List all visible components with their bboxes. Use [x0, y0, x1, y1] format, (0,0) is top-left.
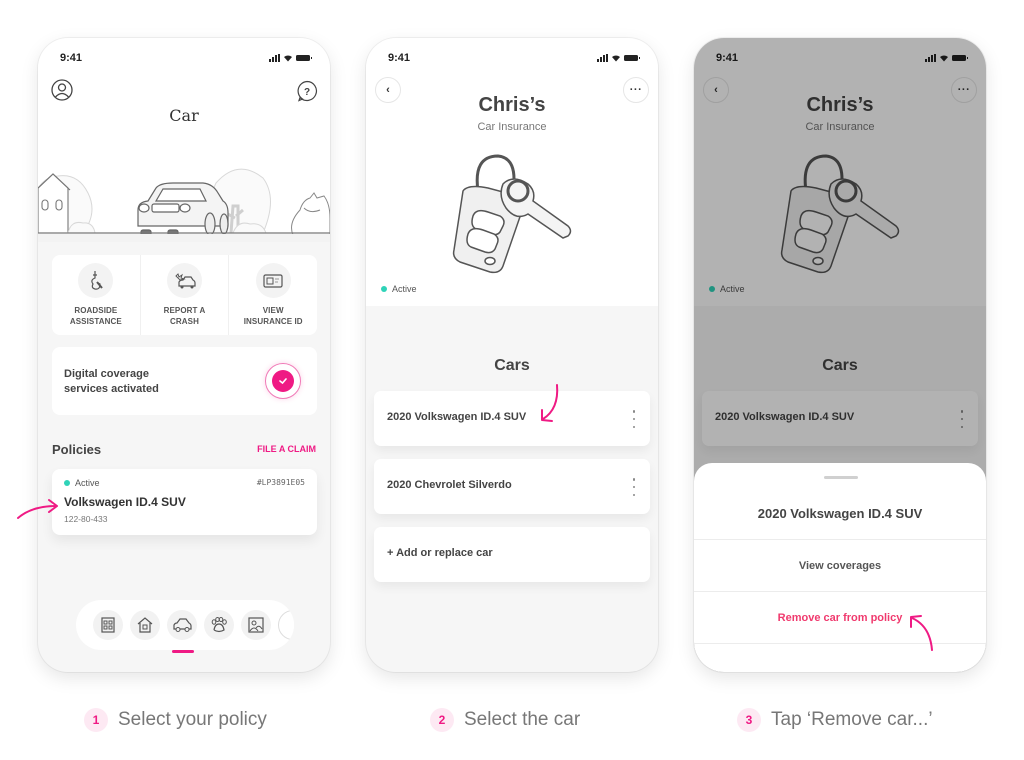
phone-screen-remove-car-sheet: 9:41 ‹ ··· Chris’s Car Insurance Active …	[694, 38, 986, 672]
battery-icon	[296, 55, 312, 61]
step-label: Select your policy	[118, 709, 267, 730]
step-number: 1	[84, 708, 108, 732]
coverage-status-text: Digital coverage services activated	[64, 368, 159, 395]
view-coverages-button[interactable]: View coverages	[694, 539, 986, 591]
coverage-status-card[interactable]: Digital coverage services activated	[52, 347, 317, 415]
pointer-arrow-icon	[541, 384, 559, 422]
step-captions: 1 Select your policy 2 Select the car 3 …	[0, 708, 1024, 740]
status-bar: 9:41	[38, 38, 330, 78]
car-action-sheet: 2020 Volkswagen ID.4 SUV View coverages …	[694, 463, 986, 672]
phone-screen-policy-detail: 9:41 ‹ ··· Chris’s Car Insurance Active …	[366, 38, 658, 672]
sheet-title: 2020 Volkswagen ID.4 SUV	[757, 506, 923, 521]
car-icon	[173, 618, 192, 632]
view-insurance-id-label: VIEW INSURANCE ID	[243, 306, 303, 326]
portrait-icon	[248, 617, 264, 633]
check-icon	[272, 370, 294, 392]
policy-vehicle-name: Volkswagen ID.4 SUV	[64, 495, 186, 509]
wifi-icon	[612, 55, 620, 62]
roadside-assistance-button[interactable]: ROADSIDE ASSISTANCE	[52, 255, 141, 335]
profile-icon[interactable]	[51, 79, 73, 101]
status-icons	[597, 54, 640, 62]
nav-more[interactable]	[278, 610, 294, 640]
status-bar: 9:41	[366, 38, 658, 78]
car-name: 2020 Chevrolet Silverdo	[387, 479, 512, 491]
house-icon	[137, 617, 153, 633]
car-keys-illustration	[452, 154, 572, 274]
quick-actions: ROADSIDE ASSISTANCE REPORT A CRASH VIEW …	[52, 255, 317, 335]
roadside-assistance-label: ROADSIDE ASSISTANCE	[69, 306, 122, 326]
nav-apartment[interactable]	[93, 610, 123, 640]
phone-screen-car-home: 9:41 ? Car ROADSIDE ASSISTANCE REPORT A …	[38, 38, 330, 672]
cars-heading: Cars	[494, 357, 530, 374]
policy-number: 122-80-433	[64, 514, 108, 524]
wifi-icon	[284, 55, 292, 62]
policy-status-label: Active	[75, 478, 100, 488]
sheet-divider	[694, 643, 986, 644]
step-1: 1 Select your policy	[84, 708, 267, 732]
id-card-icon	[255, 263, 291, 298]
nav-life[interactable]	[241, 610, 271, 640]
kebab-menu-icon[interactable]	[632, 410, 636, 428]
file-a-claim-link[interactable]: FILE A CLAIM	[257, 444, 316, 454]
pointer-arrow-icon	[17, 499, 58, 519]
step-2: 2 Select the car	[430, 708, 580, 732]
tow-hook-icon	[78, 263, 114, 298]
pointer-arrow-icon	[910, 615, 933, 651]
policy-card[interactable]: Active #LP3891E05 Volkswagen ID.4 SUV 12…	[52, 469, 317, 535]
sheet-drag-handle[interactable]	[824, 476, 858, 479]
car-list-item[interactable]: 2020 Volkswagen ID.4 SUV	[374, 391, 650, 446]
active-dot-icon	[64, 480, 70, 486]
policy-type-subtitle: Car Insurance	[477, 121, 547, 133]
status-icons	[269, 54, 312, 62]
remove-car-from-policy-button[interactable]: Remove car from policy	[694, 591, 986, 643]
active-dot-icon	[381, 286, 387, 292]
step-3: 3 Tap ‘Remove car...’	[737, 708, 933, 732]
svg-text:?: ?	[304, 87, 310, 98]
battery-icon	[624, 55, 640, 61]
report-crash-label: REPORT A CRASH	[163, 306, 206, 326]
view-insurance-id-button[interactable]: VIEW INSURANCE ID	[229, 255, 317, 335]
add-or-replace-car-button[interactable]: + Add or replace car	[374, 527, 650, 582]
building-icon	[101, 617, 115, 633]
car-scene-illustration	[38, 168, 330, 242]
nav-pet[interactable]	[204, 610, 234, 640]
page-title: Car	[169, 106, 199, 125]
policy-status: Active	[381, 284, 417, 294]
policy-status-label: Active	[392, 284, 417, 294]
policy-status: Active	[64, 478, 100, 488]
status-time: 9:41	[388, 52, 411, 64]
step-label: Tap ‘Remove car...’	[771, 709, 933, 730]
paw-icon	[211, 617, 227, 633]
car-name: 2020 Volkswagen ID.4 SUV	[387, 411, 527, 423]
policies-heading: Policies	[52, 442, 102, 457]
nav-car[interactable]	[167, 610, 197, 640]
cellular-signal-icon	[269, 54, 280, 62]
help-icon[interactable]: ?	[296, 80, 318, 102]
step-label: Select the car	[464, 709, 581, 730]
step-number: 3	[737, 708, 761, 732]
car-list-item[interactable]: 2020 Chevrolet Silverdo	[374, 459, 650, 514]
nav-home[interactable]	[130, 610, 160, 640]
bottom-nav	[76, 600, 294, 650]
coverage-check-badge	[265, 363, 301, 399]
nav-active-indicator	[172, 650, 194, 653]
report-crash-button[interactable]: REPORT A CRASH	[141, 255, 230, 335]
policy-id: #LP3891E05	[256, 478, 305, 487]
add-car-label: + Add or replace car	[387, 547, 493, 559]
cellular-signal-icon	[597, 54, 608, 62]
kebab-menu-icon[interactable]	[632, 478, 636, 496]
step-number: 2	[430, 708, 454, 732]
status-time: 9:41	[60, 52, 83, 64]
policy-owner-title: Chris’s	[478, 94, 546, 116]
car-crash-icon	[167, 263, 202, 298]
